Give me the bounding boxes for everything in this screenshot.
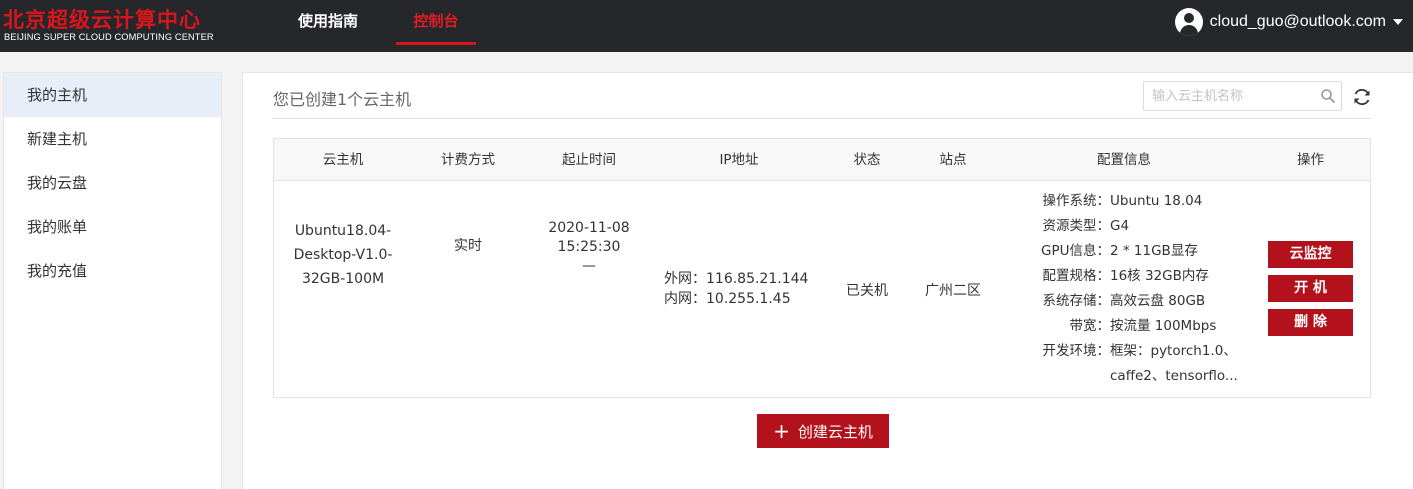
config-row-spec: 配置规格： 16核 32GB内存	[1014, 264, 1254, 289]
config-label: 系统存储：	[1042, 293, 1111, 309]
delete-button[interactable]: 删 除	[1268, 309, 1353, 336]
config-value: 2 * 11GB显存	[1110, 243, 1198, 259]
sidebar-item-my-recharge[interactable]: 我的充值	[4, 249, 221, 293]
config-value: 按流量 100Mbps	[1110, 318, 1217, 334]
sidebar-item-my-disks[interactable]: 我的云盘	[4, 161, 221, 205]
config-row-os: 操作系统： Ubuntu 18.04	[1014, 189, 1254, 214]
nav-user-guide[interactable]: 使用指南	[284, 0, 372, 46]
logo-chinese-text: 北京超级云计算中心	[3, 7, 201, 32]
column-header-ip: IP地址	[719, 152, 759, 168]
config-value: 16核 32GB内存	[1110, 268, 1209, 284]
brand-logo[interactable]: 北京超级云计算中心 BEIJING SUPER CLOUD COMPUTING …	[3, 4, 228, 46]
end-time: —	[582, 258, 596, 274]
sidebar-item-new-host[interactable]: 新建主机	[4, 117, 221, 161]
page-title: 您已创建1个云主机	[273, 90, 412, 109]
config-row-resource-type: 资源类型： G4	[1014, 214, 1254, 239]
start-time: 15:25:30	[557, 239, 621, 255]
create-host-button[interactable]: + 创建云主机	[757, 414, 889, 448]
config-label: 配置规格：	[1042, 268, 1111, 284]
sidebar-item-my-bills[interactable]: 我的账单	[4, 205, 221, 249]
config-value: 高效云盘 80GB	[1110, 293, 1206, 309]
title-divider	[273, 118, 1371, 119]
host-name-line: 32GB-100M	[301, 271, 385, 287]
host-name-line: Ubuntu18.04-	[294, 223, 392, 239]
caret-down-icon[interactable]	[1393, 19, 1403, 25]
actions-cell: 云监控 开 机 删 除	[1268, 241, 1356, 343]
start-date: 2020-11-08	[548, 220, 630, 236]
config-value-continued: caffe2、tensorflo...	[1110, 368, 1238, 384]
public-ip: 外网：116.85.21.144	[664, 271, 809, 287]
create-host-label: 创建云主机	[797, 422, 873, 441]
user-email: cloud_guo@outlook.com	[1209, 13, 1386, 30]
ip-cell: 外网：116.85.21.144 内网：10.255.1.45	[664, 269, 824, 309]
nav-console[interactable]: 控制台	[396, 0, 476, 46]
refresh-icon[interactable]	[1351, 86, 1373, 108]
billing-cell: 实时	[454, 238, 482, 254]
config-label: 操作系统：	[1042, 193, 1111, 209]
nav-active-indicator	[396, 42, 476, 45]
config-label: GPU信息：	[1041, 243, 1110, 259]
sidebar-item-my-hosts[interactable]: 我的主机	[4, 73, 221, 117]
config-label: 开发环境：	[1042, 343, 1111, 359]
monitor-button[interactable]: 云监控	[1268, 241, 1353, 268]
column-header-actions: 操作	[1297, 152, 1324, 168]
column-header-billing: 计费方式	[441, 152, 495, 168]
search-icon[interactable]	[1320, 88, 1336, 104]
plus-icon: +	[773, 419, 790, 443]
top-navigation-bar: 北京超级云计算中心 BEIJING SUPER CLOUD COMPUTING …	[0, 0, 1413, 52]
site-cell: 广州二区	[925, 283, 981, 299]
config-info-cell: 操作系统： Ubuntu 18.04 资源类型： G4 GPU信息： 2 * 1…	[1014, 189, 1254, 389]
column-header-time: 起止时间	[562, 152, 616, 168]
search-input[interactable]	[1143, 81, 1342, 111]
config-value: Ubuntu 18.04	[1110, 193, 1203, 209]
host-name-line: Desktop-V1.0-	[293, 247, 393, 263]
column-header-status: 状态	[853, 152, 881, 168]
status-cell: 已关机	[846, 283, 888, 299]
power-on-button[interactable]: 开 机	[1268, 275, 1353, 302]
config-label: 资源类型：	[1042, 218, 1111, 234]
config-row-storage: 系统存储： 高效云盘 80GB	[1014, 289, 1254, 314]
config-label: 带宽：	[1069, 318, 1111, 334]
config-value: G4	[1110, 218, 1130, 234]
config-value: 框架：pytorch1.0、	[1110, 343, 1237, 359]
hosts-table: 云主机 计费方式 起止时间 IP地址 状态 站点 配置信息 操作 Ubuntu1…	[273, 138, 1371, 398]
user-icon	[1174, 8, 1203, 36]
main-panel: 您已创建1个云主机 云主机 计费方式 起止时间 IP地址 状态 站点 配置信息 …	[242, 72, 1413, 489]
time-cell: 2020-11-08 15:25:30 —	[534, 219, 644, 276]
column-header-config: 配置信息	[1097, 152, 1151, 168]
column-header-site: 站点	[939, 152, 967, 168]
sidebar: 我的主机 新建主机 我的云盘 我的账单 我的充值	[3, 72, 222, 489]
logo-english-text: BEIJING SUPER CLOUD COMPUTING CENTER	[4, 32, 214, 42]
host-name-cell: Ubuntu18.04- Desktop-V1.0- 32GB-100M	[274, 219, 412, 291]
config-row-dev-env: 开发环境： 框架：pytorch1.0、 caffe2、tensorflo...	[1014, 339, 1254, 389]
column-header-host: 云主机	[322, 152, 364, 168]
private-ip: 内网：10.255.1.45	[664, 291, 791, 307]
config-row-bandwidth: 带宽： 按流量 100Mbps	[1014, 314, 1254, 339]
config-row-gpu: GPU信息： 2 * 11GB显存	[1014, 239, 1254, 264]
user-menu[interactable]: cloud_guo@outlook.com	[1174, 6, 1403, 38]
table-header: 云主机 计费方式 起止时间 IP地址 状态 站点 配置信息 操作	[274, 139, 1370, 181]
